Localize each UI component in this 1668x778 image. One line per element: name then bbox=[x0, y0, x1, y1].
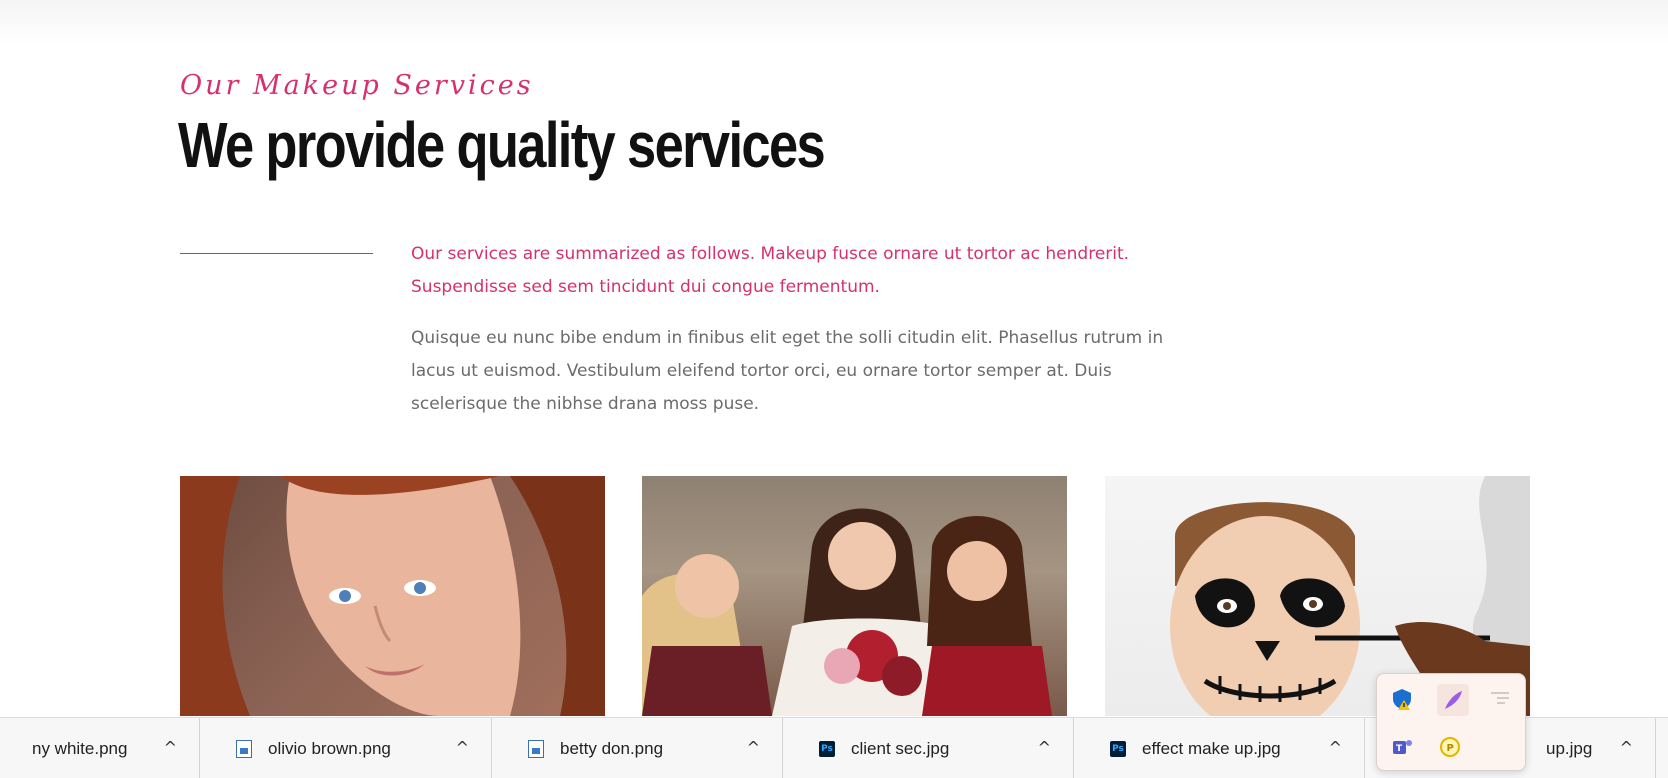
svg-text:P: P bbox=[1447, 743, 1454, 754]
chevron-up-icon[interactable]: ^ bbox=[1329, 738, 1342, 757]
image-file-icon bbox=[528, 739, 544, 758]
download-icon-spacer bbox=[1530, 740, 1546, 758]
accent-divider bbox=[180, 253, 373, 254]
security-warning-icon[interactable] bbox=[1389, 686, 1415, 712]
chevron-up-icon[interactable]: ^ bbox=[1620, 738, 1633, 757]
chevron-up-icon[interactable]: ^ bbox=[164, 738, 177, 757]
portrait-illustration bbox=[180, 476, 605, 716]
feather-icon[interactable] bbox=[1437, 684, 1469, 716]
service-image-portrait[interactable] bbox=[180, 476, 605, 716]
download-file-name: betty don.png bbox=[560, 738, 664, 758]
download-file-name: up.jpg bbox=[1546, 738, 1593, 758]
chevron-up-icon[interactable]: ^ bbox=[1038, 738, 1051, 757]
section-kicker: Our Makeup Services bbox=[180, 70, 534, 101]
download-file-name: client sec.jpg bbox=[851, 738, 950, 758]
photoshop-icon: Ps bbox=[819, 740, 835, 757]
download-item[interactable]: Ps client sec.jpg ^ bbox=[783, 718, 1074, 778]
coin-icon[interactable]: P bbox=[1437, 734, 1463, 760]
download-file-name: ny white.png bbox=[32, 738, 128, 758]
download-item[interactable]: Ps effect make up.jpg ^ bbox=[1074, 718, 1365, 778]
download-item[interactable]: olivio brown.png ^ bbox=[200, 718, 492, 778]
body-paragraph: Quisque eu nunc bibe endum in finibus el… bbox=[411, 328, 1164, 414]
download-item[interactable]: ny white.png ^ bbox=[0, 718, 200, 778]
download-file-name: effect make up.jpg bbox=[1142, 738, 1281, 758]
top-shade bbox=[0, 0, 1668, 44]
teams-icon[interactable]: T bbox=[1389, 734, 1415, 760]
service-image-bridal[interactable] bbox=[642, 476, 1067, 716]
svg-text:T: T bbox=[1396, 744, 1403, 754]
photoshop-icon: Ps bbox=[1110, 740, 1126, 757]
chevron-up-icon[interactable]: ^ bbox=[456, 738, 469, 757]
download-icon-spacer bbox=[0, 740, 16, 758]
section-headline: We provide quality services bbox=[178, 109, 826, 181]
download-item[interactable]: betty don.png ^ bbox=[492, 718, 783, 778]
bridal-illustration bbox=[642, 508, 1052, 716]
system-tray-popup: T P bbox=[1376, 673, 1526, 771]
notification-icon[interactable] bbox=[1487, 686, 1513, 712]
chevron-up-icon[interactable]: ^ bbox=[747, 738, 760, 757]
image-file-icon bbox=[236, 739, 252, 758]
lead-paragraph: Our services are summarized as follows. … bbox=[411, 244, 1130, 297]
download-file-name: olivio brown.png bbox=[268, 738, 391, 758]
